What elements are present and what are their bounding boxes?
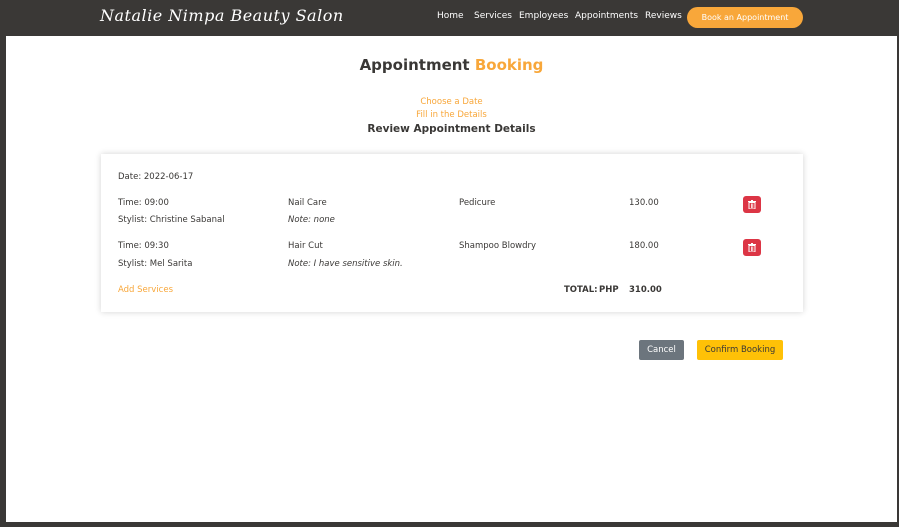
cancel-button[interactable]: Cancel [639,340,684,360]
step-review-heading: Review Appointment Details [367,123,536,135]
item-2-category: Hair Cut [288,241,323,251]
appointment-date: Date: 2022-06-17 [118,172,194,182]
item-1-delete-button[interactable] [743,196,761,213]
add-services-link[interactable]: Add Services [118,285,173,295]
window-edge-bottom [0,522,899,527]
page-title: Appointment Booking [6,56,897,74]
main-content: Appointment Booking Choose a Date Fill i… [6,36,897,522]
nav-home-link[interactable]: Home [437,11,464,21]
nav-reviews-link[interactable]: Reviews [645,11,682,21]
appointment-summary-card: Date: 2022-06-17 Time: 09:00 Stylist: Ch… [101,154,803,312]
item-2-stylist: Stylist: Mel Sarita [118,259,193,269]
item-2-time: Time: 09:30 [118,241,169,251]
page-title-accent: Booking [474,56,544,74]
item-2-price: 180.00 [629,241,659,251]
item-2-delete-button[interactable] [743,239,761,256]
total-value: 310.00 [629,285,662,295]
item-1-time: Time: 09:00 [118,198,169,208]
book-appointment-button[interactable]: Book an Appointment [687,7,803,28]
step-fill-details-link[interactable]: Fill in the Details [6,109,897,122]
item-1-category: Nail Care [288,198,327,208]
nav-services-link[interactable]: Services [474,11,512,21]
brand-logo[interactable]: Natalie Nimpa Beauty Salon [100,6,344,25]
trash-icon [748,200,756,209]
item-2-note: Note: I have sensitive skin. [288,259,403,269]
nav-appointments-link[interactable]: Appointments [575,11,638,21]
item-2-service: Shampoo Blowdry [459,241,537,251]
trash-icon [748,243,756,252]
confirm-booking-button[interactable]: Confirm Booking [697,340,783,360]
total-label: TOTAL: [564,285,598,295]
booking-steps: Choose a Date Fill in the Details Review… [6,96,897,136]
step-choose-date-link[interactable]: Choose a Date [6,96,897,109]
item-1-price: 130.00 [629,198,659,208]
page-title-main: Appointment [359,56,470,74]
nav-employees-link[interactable]: Employees [519,11,568,21]
total-currency: PHP [599,285,619,295]
item-1-stylist: Stylist: Christine Sabanal [118,215,225,225]
item-1-service: Pedicure [459,198,496,208]
item-1-note: Note: none [288,215,335,225]
navbar: Natalie Nimpa Beauty Salon Home Services… [0,0,899,36]
